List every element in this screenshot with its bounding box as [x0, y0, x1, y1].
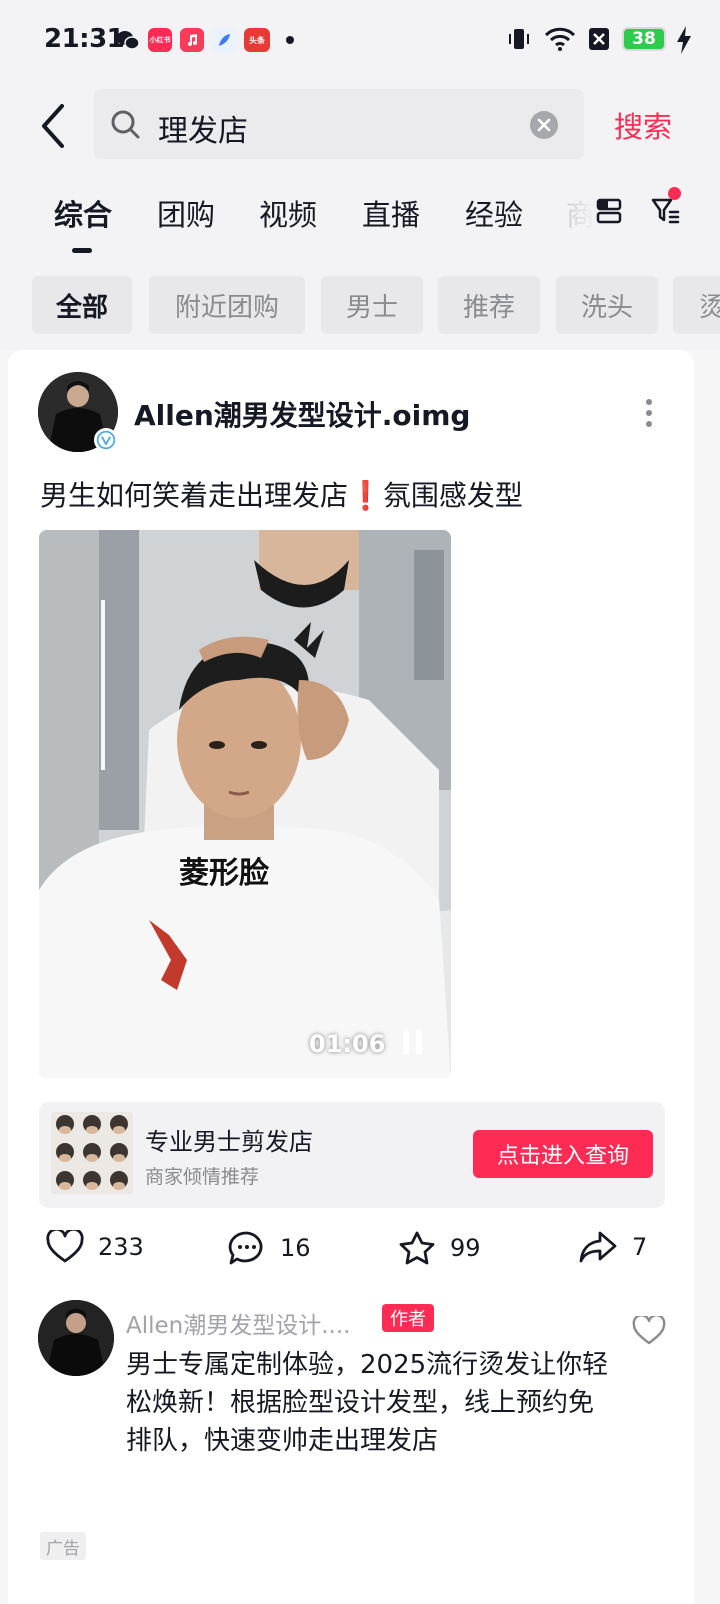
- more-notifications-dot-icon: [286, 36, 294, 44]
- tab-video[interactable]: 视频: [259, 192, 317, 234]
- shop-title: 专业男士剪发店: [145, 1128, 313, 1156]
- like-count: 233: [98, 1233, 144, 1261]
- status-bar: 21:31 小红书 头条 38: [0, 0, 720, 84]
- status-app-icons: 小红书 头条: [116, 28, 294, 52]
- charging-icon: [677, 26, 691, 54]
- share-button[interactable]: 7: [578, 1230, 647, 1264]
- music-icon: [180, 28, 204, 52]
- favorite-count: 99: [450, 1234, 481, 1262]
- post-actions: 233 16 99 7: [8, 1230, 694, 1280]
- comment-text: 男士专属定制体验，2025流行烫发让你轻松焕新！根据脸型设计发型，线上预约免排队…: [126, 1350, 609, 1456]
- back-arrow-icon: [42, 104, 64, 148]
- feather-icon: [212, 28, 236, 52]
- star-icon: [399, 1231, 435, 1265]
- tab-live[interactable]: 直播: [362, 192, 420, 234]
- post-card[interactable]: Allen潮男发型设计.oimg 男生如何笑着走出理发店❗氛围感发型 菱形脸 0…: [8, 350, 694, 1604]
- status-time: 21:31: [44, 24, 125, 54]
- author-name[interactable]: Allen潮男发型设计.oimg: [134, 394, 470, 434]
- chip-hair-wash[interactable]: 洗头: [556, 276, 658, 334]
- comment-button[interactable]: 16: [228, 1230, 311, 1266]
- tab-experience[interactable]: 经验: [465, 192, 523, 234]
- hairstyle-grid-image: [51, 1112, 133, 1194]
- comment-avatar-photo: [38, 1300, 114, 1376]
- shop-promo-banner[interactable]: 专业男士剪发店 商家倾情推荐 点击进入查询: [39, 1102, 665, 1208]
- post-title-end: 氛围感发型: [382, 479, 523, 512]
- author-badge: 作者: [382, 1304, 434, 1332]
- pause-icon[interactable]: [401, 1028, 425, 1056]
- filter-chips: 全部 附近团购 男士 推荐 洗头 烫: [32, 276, 720, 334]
- video-player[interactable]: 菱形脸 01:06: [39, 530, 451, 1078]
- status-indicators: 38: [506, 26, 666, 52]
- tab-group-buy[interactable]: 团购: [157, 192, 215, 234]
- battery-indicator: 38: [622, 27, 666, 51]
- video-frame: [39, 530, 451, 1078]
- tab-comprehensive[interactable]: 综合: [54, 192, 112, 234]
- ad-label: 广告: [40, 1532, 86, 1560]
- vibrate-icon: [509, 29, 529, 49]
- xiaohongshu-icon: 小红书: [148, 28, 172, 52]
- wechat-icon: [117, 31, 140, 50]
- comment-count: 16: [280, 1234, 311, 1262]
- filter-notification-dot: [668, 187, 681, 200]
- share-icon: [579, 1231, 617, 1263]
- post-title-mark: ❗: [348, 479, 383, 512]
- shop-query-button[interactable]: 点击进入查询: [473, 1130, 653, 1178]
- video-duration: 01:06: [309, 1030, 386, 1058]
- tab-fade: [560, 188, 596, 244]
- chip-nearby-group-buy[interactable]: 附近团购: [149, 276, 305, 334]
- no-sim-icon: [589, 28, 609, 50]
- back-button[interactable]: [38, 104, 70, 148]
- search-query[interactable]: 理发店: [158, 106, 248, 150]
- clear-search-icon[interactable]: [530, 111, 558, 139]
- chip-perm[interactable]: 烫: [673, 276, 720, 334]
- comment-author-avatar[interactable]: [38, 1300, 114, 1376]
- search-input[interactable]: 理发店: [94, 89, 584, 159]
- video-caption: 菱形脸: [179, 856, 269, 891]
- shop-subtitle: 商家倾情推荐: [145, 1166, 260, 1188]
- shop-thumbnail: [51, 1112, 133, 1194]
- comment-like-icon[interactable]: [632, 1316, 666, 1346]
- search-submit-button[interactable]: 搜索: [614, 104, 672, 146]
- post-title[interactable]: 男生如何笑着走出理发店❗氛围感发型: [40, 474, 523, 514]
- post-title-start: 男生如何笑着走出理发店: [40, 479, 349, 512]
- wifi-icon: [544, 27, 576, 51]
- like-button[interactable]: 233: [46, 1230, 144, 1264]
- chip-recommended[interactable]: 推荐: [438, 276, 540, 334]
- chip-all[interactable]: 全部: [32, 276, 132, 334]
- share-count: 7: [632, 1233, 648, 1261]
- chip-men[interactable]: 男士: [321, 276, 423, 334]
- active-tab-indicator: [72, 248, 92, 253]
- comment-icon: [228, 1231, 263, 1265]
- verified-badge-icon: [94, 428, 118, 452]
- comment-author-name[interactable]: Allen潮男发型设计....: [126, 1306, 351, 1340]
- layout-toggle-icon[interactable]: [594, 196, 624, 226]
- heart-icon: [46, 1230, 84, 1263]
- favorite-button[interactable]: 99: [398, 1230, 481, 1266]
- toutiao-icon: 头条: [244, 28, 270, 52]
- more-options-icon[interactable]: [644, 398, 654, 428]
- search-icon: [111, 110, 140, 139]
